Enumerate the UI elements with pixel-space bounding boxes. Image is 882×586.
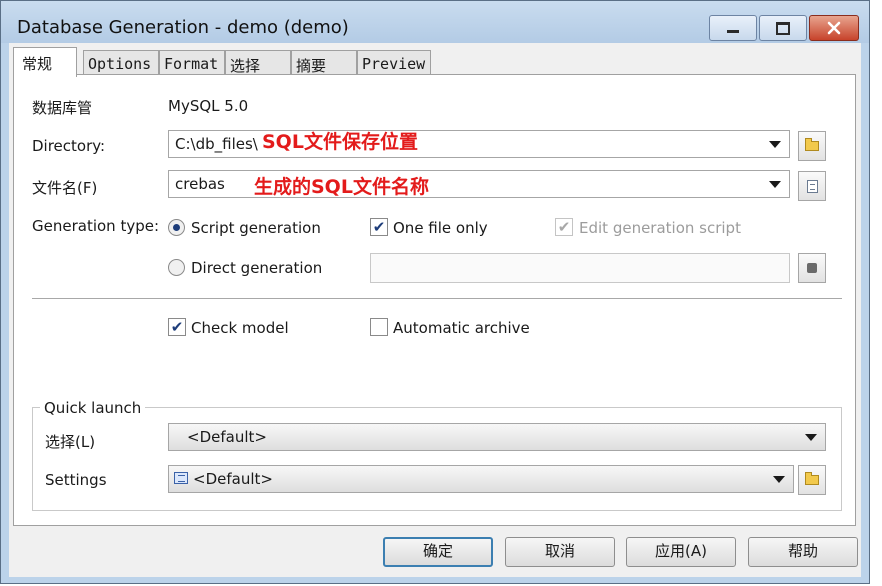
selection-label: 选择(L) — [45, 433, 96, 451]
separator — [32, 298, 842, 299]
edit-generation-script-checkbox: ✔ — [555, 218, 573, 236]
direct-generation-label[interactable]: Direct generation — [191, 259, 322, 277]
dialog-window: Database Generation - demo (demo) 常规 Opt… — [0, 0, 870, 584]
maximize-button[interactable] — [759, 15, 807, 41]
minimize-button[interactable] — [709, 15, 757, 41]
one-file-only-checkbox[interactable]: ✔ — [370, 218, 388, 236]
direct-generation-radio[interactable] — [168, 259, 185, 276]
client-area: 常规 Options Format 选择 摘要 Preview 数据库管 MyS… — [9, 43, 861, 577]
selection-value: <Default> — [187, 428, 267, 446]
folder-icon — [805, 138, 819, 151]
one-file-only-label[interactable]: One file only — [393, 219, 488, 237]
dbms-value: MySQL 5.0 — [168, 97, 249, 115]
selection-combo[interactable]: <Default> — [168, 423, 826, 451]
directory-label: Directory: — [32, 137, 106, 155]
dropdown-arrow-icon — [769, 181, 781, 188]
settings-label: Settings — [45, 471, 107, 489]
browse-directory-button[interactable] — [798, 131, 826, 161]
settings-value: <Default> — [193, 470, 273, 488]
quick-launch-title: Quick launch — [40, 399, 146, 417]
edit-generation-script-label: Edit generation script — [579, 219, 741, 237]
directory-value: C:\db_files\ — [175, 135, 258, 153]
connect-icon — [807, 263, 817, 273]
check-model-label[interactable]: Check model — [191, 319, 289, 337]
window-title: Database Generation - demo (demo) — [17, 17, 349, 38]
connect-button — [798, 253, 826, 283]
apply-button[interactable]: 应用(A) — [626, 537, 736, 567]
tab-summary[interactable]: 摘要 — [291, 50, 357, 75]
close-icon — [827, 21, 841, 35]
minimize-icon — [727, 29, 739, 33]
cancel-button[interactable]: 取消 — [505, 537, 615, 567]
tab-preview[interactable]: Preview — [357, 50, 431, 74]
general-panel: 数据库管 MySQL 5.0 Directory: C:\db_files\ S… — [13, 74, 856, 526]
browse-file-button[interactable] — [798, 171, 826, 201]
generation-type-label: Generation type: — [32, 217, 160, 235]
dropdown-arrow-icon — [769, 141, 781, 148]
help-button[interactable]: 帮助 — [748, 537, 858, 567]
document-icon — [806, 179, 818, 193]
script-generation-radio[interactable] — [168, 219, 185, 236]
dropdown-arrow-icon — [805, 434, 817, 441]
tab-options[interactable]: Options — [83, 50, 159, 74]
settings-combo[interactable]: <Default> — [168, 465, 794, 493]
folder-icon — [805, 472, 819, 485]
browse-settings-button[interactable] — [798, 465, 826, 495]
directory-annotation: SQL文件保存位置 — [262, 131, 418, 153]
data-source-field — [370, 253, 790, 283]
filename-label: 文件名(F) — [32, 179, 98, 197]
dbms-label: 数据库管 — [32, 99, 93, 117]
title-bar[interactable]: Database Generation - demo (demo) — [1, 1, 869, 43]
check-model-checkbox[interactable]: ✔ — [168, 318, 186, 336]
automatic-archive-checkbox[interactable] — [370, 318, 388, 336]
ok-button[interactable]: 确定 — [383, 537, 493, 567]
filename-value: crebas — [175, 175, 225, 193]
maximize-icon — [776, 21, 790, 35]
automatic-archive-label[interactable]: Automatic archive — [393, 319, 530, 337]
tab-general[interactable]: 常规 — [13, 47, 77, 77]
close-button[interactable] — [809, 15, 859, 41]
filename-annotation: 生成的SQL文件名称 — [254, 176, 429, 198]
settings-icon — [174, 472, 188, 484]
tab-selection[interactable]: 选择 — [225, 50, 291, 75]
tab-format[interactable]: Format — [159, 50, 225, 74]
dropdown-arrow-icon — [773, 476, 785, 483]
script-generation-label[interactable]: Script generation — [191, 219, 321, 237]
